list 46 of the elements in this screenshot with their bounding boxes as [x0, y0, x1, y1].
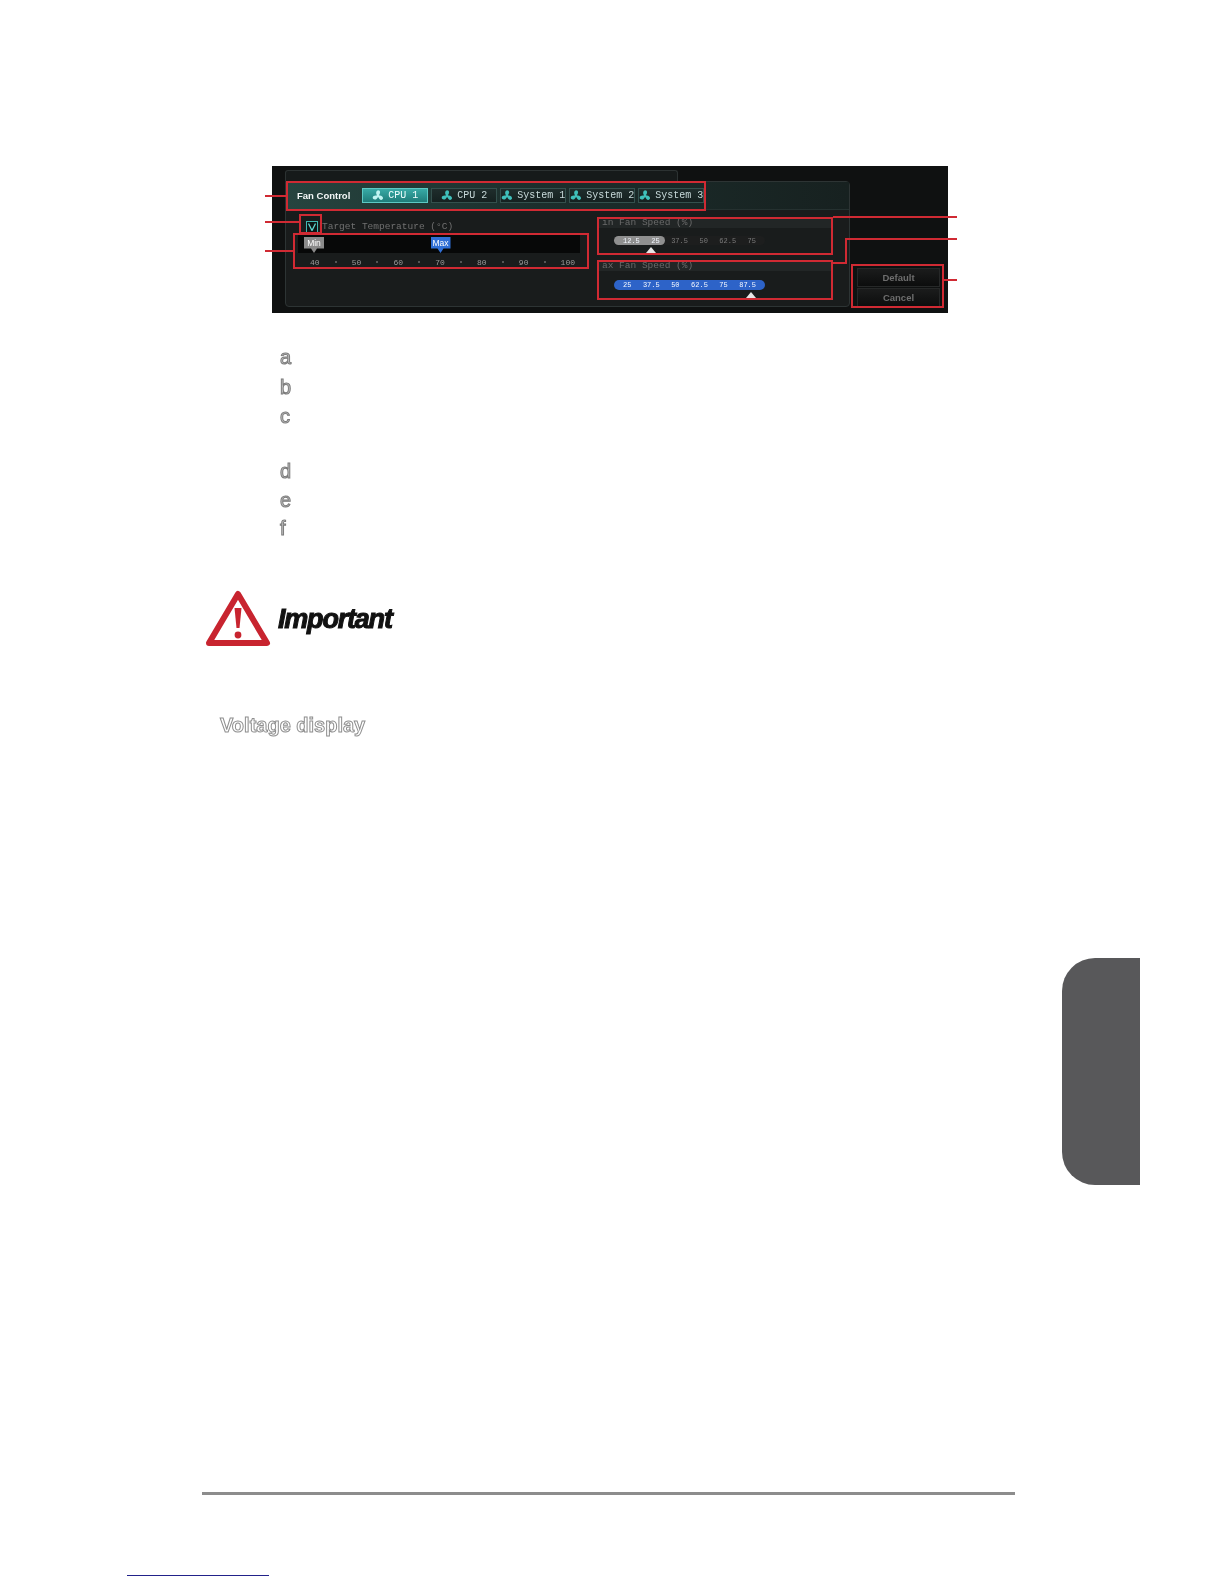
temperature-track[interactable]: Min Max — [298, 235, 580, 253]
checkbox-label: Target Temperature (°C) — [322, 221, 454, 232]
fan-tab[interactable]: System 3 — [638, 188, 705, 203]
fan-tab[interactable]: System 1 — [500, 188, 567, 203]
tick-label: 100 — [560, 257, 575, 267]
warning-icon — [205, 590, 271, 647]
fan-tab[interactable]: CPU 1 — [362, 188, 429, 203]
tick-label: 80 — [477, 257, 487, 267]
tick-mark — [460, 261, 462, 263]
check-icon — [308, 222, 316, 231]
tick-mark — [543, 261, 546, 263]
fan-icon — [372, 189, 385, 202]
tab-bar-title: Fan Control — [297, 190, 351, 201]
fan-tab[interactable]: System 2 — [569, 188, 636, 203]
section-heading: Voltage display — [220, 713, 366, 737]
action-button[interactable]: Default — [857, 268, 940, 287]
temperature-marker[interactable]: Max — [430, 237, 451, 253]
tick-mark — [334, 261, 337, 263]
tick-label: 60 — [393, 257, 404, 267]
legend-letter: c — [280, 405, 290, 427]
legend-letter: d — [280, 460, 292, 482]
leader-line — [264, 195, 287, 197]
important-heading: Important — [278, 602, 395, 635]
checkbox[interactable] — [306, 220, 318, 233]
legend-letter: f — [280, 517, 286, 539]
fan-icon — [441, 189, 454, 202]
fan-icon — [570, 189, 583, 202]
leader-line — [264, 221, 300, 223]
temperature-marker[interactable]: Min — [304, 237, 324, 253]
legend-letter: e — [280, 489, 292, 511]
tick-label: 70 — [435, 257, 445, 267]
tick-label: 40 — [310, 257, 320, 267]
legend-letter: a — [280, 346, 292, 368]
tick-label: 50 — [351, 257, 362, 267]
slider-thumb[interactable] — [646, 247, 657, 253]
leader-line — [264, 250, 294, 252]
slider-thumb[interactable] — [746, 292, 756, 298]
fan-tab[interactable]: CPU 2 — [431, 188, 498, 203]
leader-line — [943, 279, 958, 281]
tick-mark — [501, 261, 504, 263]
tick-mark — [418, 261, 421, 263]
tick-mark — [376, 261, 379, 263]
fan-icon — [501, 189, 514, 202]
tick-label: 90 — [518, 257, 529, 267]
legend-letter: b — [280, 376, 292, 398]
fan-icon — [639, 189, 652, 202]
